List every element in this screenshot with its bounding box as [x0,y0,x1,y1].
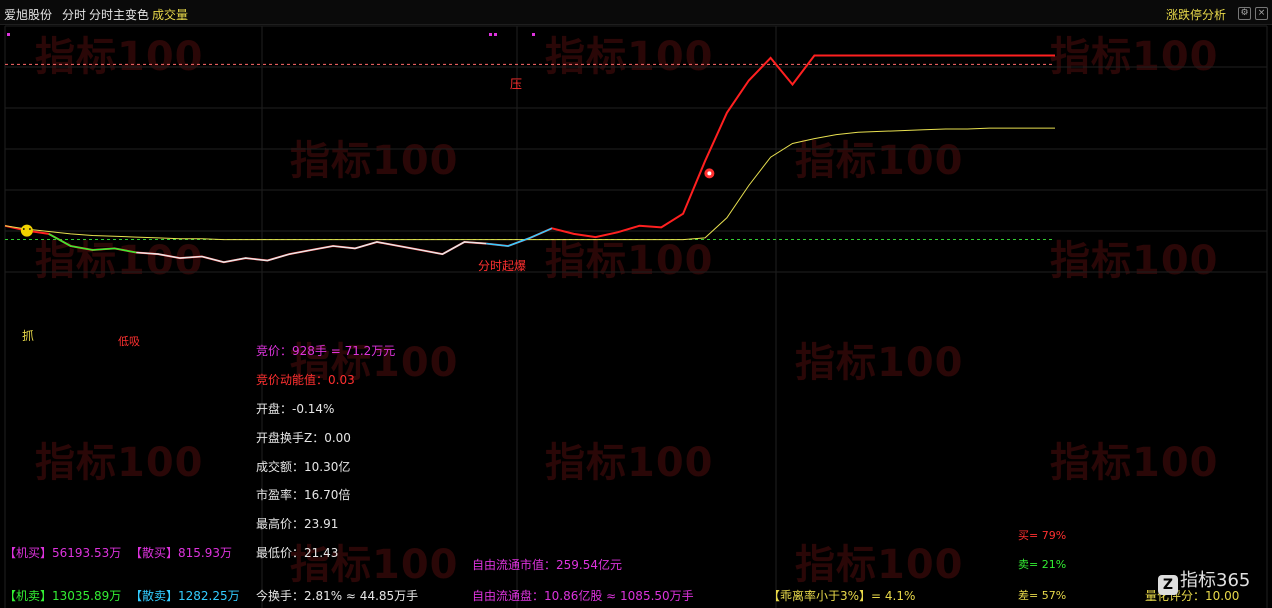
float-shares: 自由流通盘：10.86亿股 ≈ 1085.50万手 [472,589,694,603]
auction-info: 竞价：928手 = 71.2万元 [256,344,396,358]
breakout-annotation: 分时起爆 [478,259,527,273]
pressure-annotation: 压 [510,77,523,91]
markers-layer [7,33,715,237]
high-info: 最高价：23.91 [256,517,339,531]
smiley-eye [22,228,25,230]
amount-info: 成交额：10.30亿 [256,460,351,474]
grab-annotation: 抓 [22,329,35,343]
auction-momentum-info: 竞价动能值：0.03 [256,373,355,387]
marker-dot [489,33,492,36]
sell-percent: 卖= 21% [1018,558,1067,571]
inst-sell: 【机卖】13035.89万 [4,589,122,603]
marker-dot [7,33,10,36]
reference-lines [5,63,1055,241]
open-info: 开盘：-0.14% [256,402,335,416]
deviation-rate: 【乖离率小于3%】= 4.1% [768,589,916,603]
buy-percent: 买= 79% [1018,529,1067,542]
logo-text: 指标365 [1180,570,1251,591]
float-market-cap: 自由流通市值：259.54亿元 [472,558,622,572]
price-line-segment [136,241,487,264]
marker-dot [494,33,497,36]
chart-grid [4,25,1268,608]
logo-badge-icon: Z [1158,575,1178,595]
inst-buy: 【机买】56193.53万 [4,546,122,560]
smiley-eye [29,228,31,230]
marker-dot [532,33,535,36]
smiley-icon [20,224,33,237]
retail-sell: 【散卖】1282.25万 [130,589,240,603]
diff-percent: 差= 57% [1018,589,1067,602]
average-price-line [4,127,1055,241]
low-info: 最低价：21.43 [256,546,339,560]
turnover-info: 今换手：2.81% ≈ 44.85万手 [256,589,419,603]
signal-icon-center [707,171,712,176]
low-annotation: 低吸 [118,335,140,348]
intraday-chart [4,25,1268,608]
brand-logo: Z 指标365 [1158,566,1250,595]
open-turnover-info: 开盘换手Z：0.00 [256,431,351,445]
retail-buy: 【散买】815.93万 [130,546,232,560]
pe-info: 市盈率：16.70倍 [256,488,351,502]
